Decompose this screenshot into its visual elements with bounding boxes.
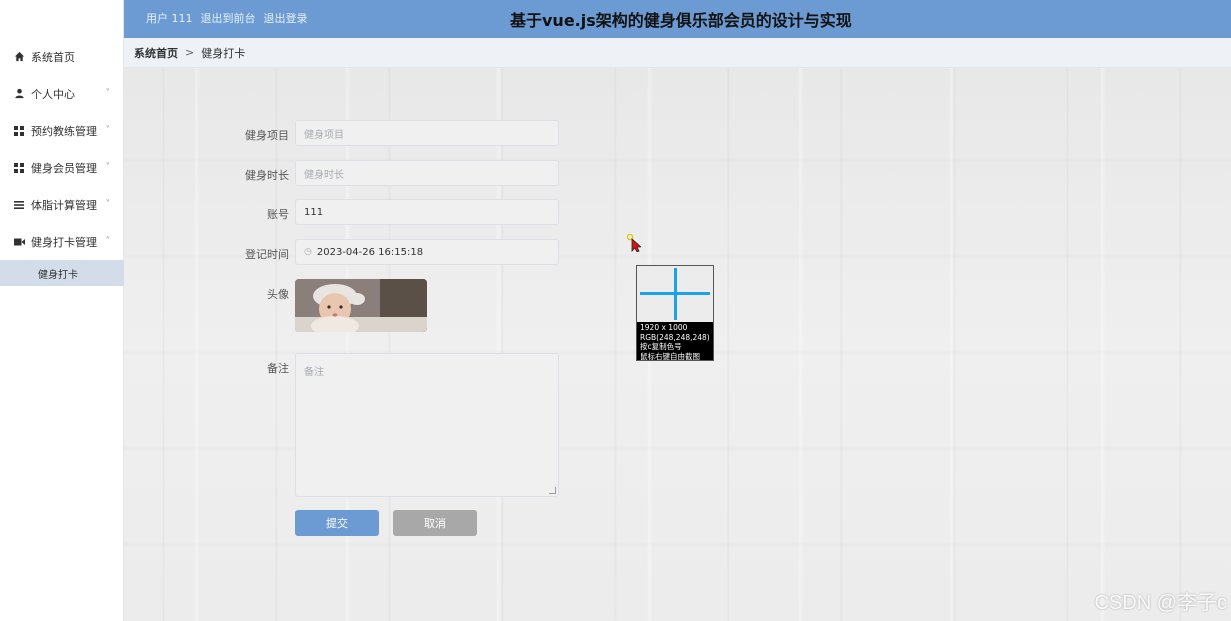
resize-handle-icon[interactable] — [549, 487, 556, 494]
header-links: 用户 111 退出到前台 退出登录 — [146, 10, 308, 26]
note-textarea[interactable]: 备注 — [295, 353, 559, 497]
time-input[interactable]: ◷ 2023-04-26 16:15:18 — [295, 239, 559, 265]
sidebar-item-member[interactable]: 健身会员管理 ˅ — [0, 149, 124, 186]
sidebar-menu: 系统首页 个人中心 ˅ 预约教练管理 ˅ 健身会员管理 ˅ 体脂计算管理 ˅ 健… — [0, 38, 124, 286]
chevron-down-icon: ˅ — [105, 199, 111, 209]
chevron-down-icon: ˅ — [105, 88, 111, 98]
sidebar-item-label: 健身会员管理 — [31, 161, 97, 175]
sidebar-item-label: 体脂计算管理 — [31, 198, 97, 212]
grid-icon — [13, 162, 25, 174]
time-value: 2023-04-26 16:15:18 — [316, 246, 424, 258]
clock-icon: ◷ — [304, 247, 312, 257]
user-label: 用户 111 — [146, 12, 193, 25]
page-title: 基于vue.js架构的健身俱乐部会员的设计与实现 — [510, 11, 852, 30]
picker-preview — [637, 266, 713, 322]
sidebar-item-label: 系统首页 — [31, 50, 75, 64]
sidebar-item-label: 个人中心 — [31, 87, 75, 101]
picker-info: 1920 x 1000 RGB(248,248,248) 按c复制色号 鼠标右键… — [640, 323, 710, 361]
sidebar-subitem-checkin[interactable]: 健身打卡 — [0, 260, 124, 286]
chevron-up-icon: ˄ — [105, 236, 111, 246]
user-icon — [13, 88, 25, 100]
breadcrumb-separator: > — [185, 46, 195, 59]
sidebar: 系统首页 个人中心 ˅ 预约教练管理 ˅ 健身会员管理 ˅ 体脂计算管理 ˅ 健… — [0, 0, 124, 621]
account-label: 账号 — [267, 208, 289, 221]
back-to-front-link[interactable]: 退出到前台 — [201, 10, 256, 26]
picker-screenshot-hint: 鼠标右键自由截图 — [640, 351, 700, 361]
sidebar-item-checkin[interactable]: 健身打卡管理 ˄ — [0, 223, 124, 260]
sidebar-item-label: 预约教练管理 — [31, 124, 97, 138]
picker-size: 1920 x 1000 — [640, 323, 688, 332]
chevron-down-icon: ˅ — [105, 125, 111, 135]
list-icon — [13, 199, 25, 211]
top-header: 用户 111 退出到前台 退出登录 基于vue.js架构的健身俱乐部会员的设计与… — [124, 0, 1231, 38]
grid-icon — [13, 125, 25, 137]
sidebar-item-personal[interactable]: 个人中心 ˅ — [0, 75, 124, 112]
chevron-down-icon: ˅ — [105, 162, 111, 172]
logout-link[interactable]: 退出登录 — [264, 10, 308, 26]
submit-button[interactable]: 提交 — [295, 510, 379, 536]
time-label: 登记时间 — [245, 248, 289, 261]
note-label: 备注 — [267, 362, 289, 375]
sidebar-item-body-fat[interactable]: 体脂计算管理 ˅ — [0, 186, 124, 223]
project-input[interactable]: 健身项目 — [295, 120, 559, 146]
home-icon — [13, 51, 25, 63]
sidebar-item-home[interactable]: 系统首页 — [0, 38, 124, 75]
avatar-label: 头像 — [267, 288, 289, 301]
watermark: CSDN @李子c — [1094, 592, 1227, 614]
avatar-image[interactable] — [295, 279, 427, 332]
account-input[interactable]: 111 — [295, 199, 559, 225]
duration-input[interactable]: 健身时长 — [295, 160, 559, 186]
crosshair-vertical — [674, 268, 677, 320]
sidebar-item-coach-booking[interactable]: 预约教练管理 ˅ — [0, 112, 124, 149]
video-icon — [13, 236, 25, 248]
breadcrumb: 系统首页 > 健身打卡 — [124, 38, 1231, 68]
picker-copy-hint: 按c复制色号 — [640, 342, 682, 351]
note-placeholder: 备注 — [304, 367, 324, 378]
sidebar-item-label: 健身打卡管理 — [31, 235, 97, 249]
color-picker-tooltip: 1920 x 1000 RGB(248,248,248) 按c复制色号 鼠标右键… — [636, 265, 714, 361]
breadcrumb-home[interactable]: 系统首页 — [134, 45, 178, 61]
project-label: 健身项目 — [245, 129, 289, 142]
duration-label: 健身时长 — [245, 169, 289, 182]
breadcrumb-current: 健身打卡 — [201, 46, 246, 60]
picker-rgb: RGB(248,248,248) — [640, 332, 710, 342]
mouse-cursor-icon — [626, 233, 643, 255]
cancel-button[interactable]: 取消 — [393, 510, 477, 536]
